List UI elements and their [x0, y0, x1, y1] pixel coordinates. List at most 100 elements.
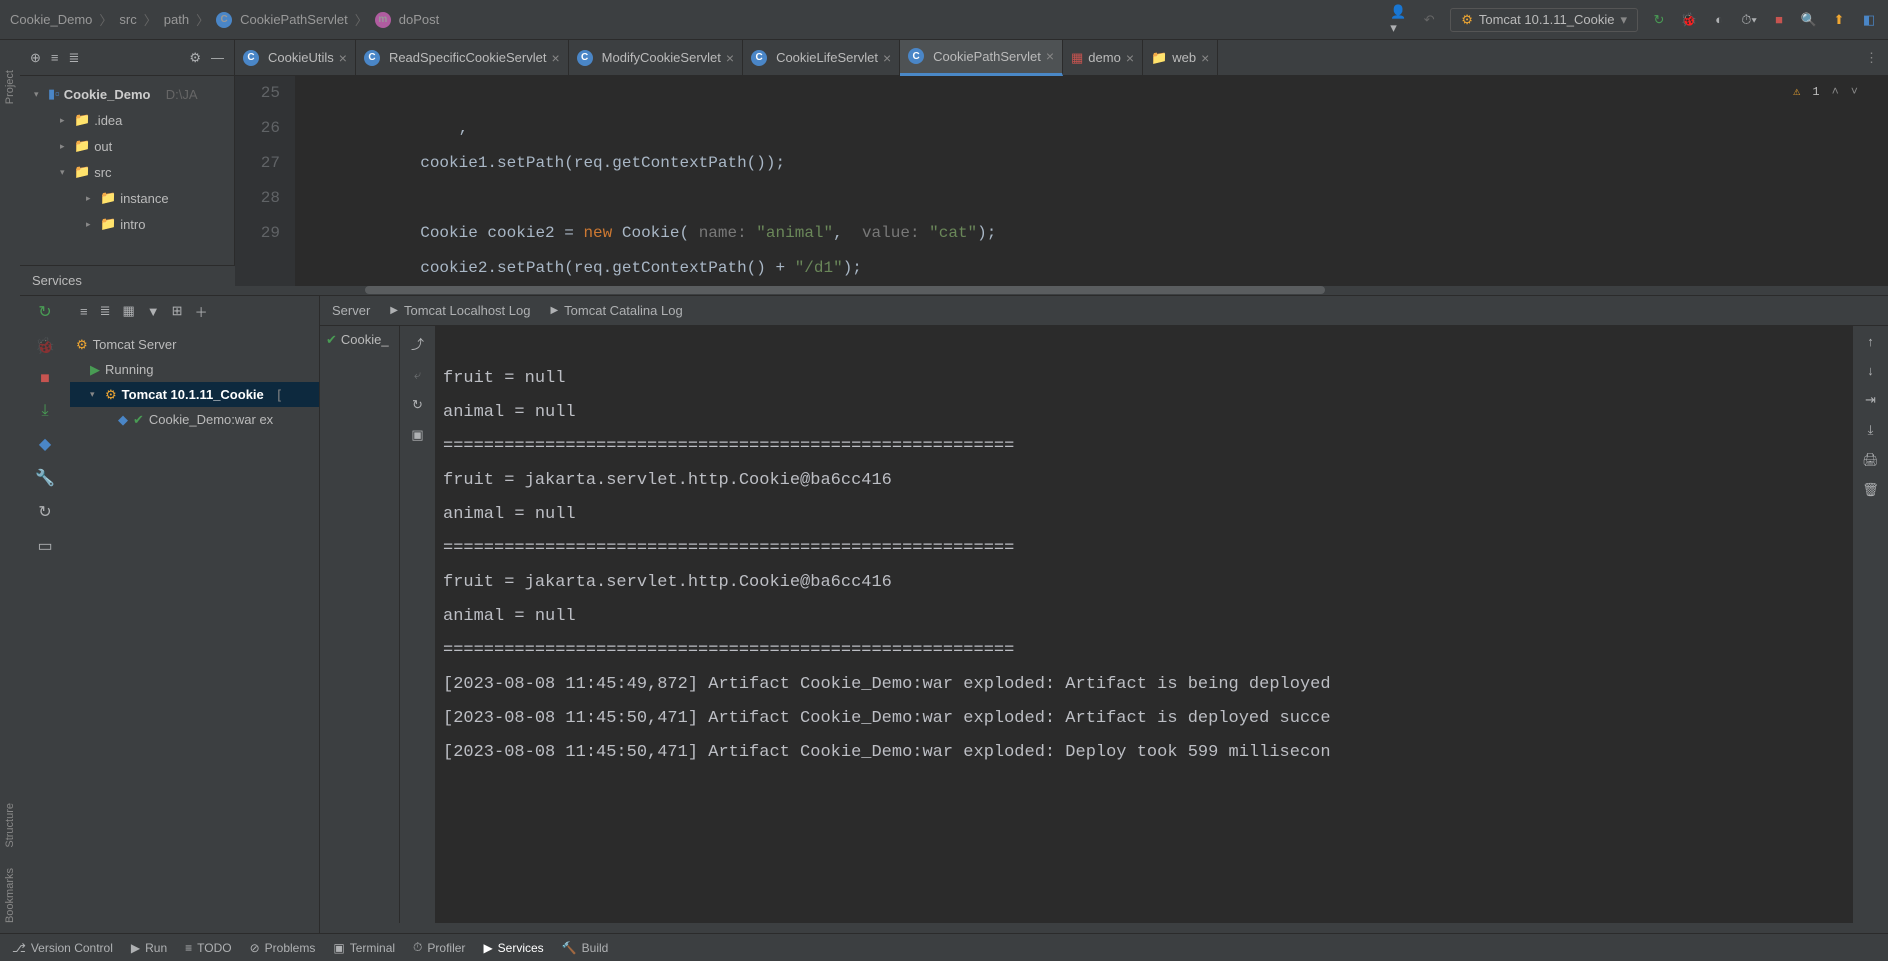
collapse-all-icon[interactable]: ≣	[69, 50, 80, 66]
clear-icon[interactable]: 🗑	[1862, 482, 1879, 498]
run-configuration-selector[interactable]: ⚙ Tomcat 10.1.11_Cookie ▾	[1450, 8, 1638, 32]
tree-artifact[interactable]: ◆✔Cookie_Demo:war ex	[70, 407, 319, 432]
tab-web[interactable]: 📁web×	[1143, 40, 1218, 76]
close-icon[interactable]: ×	[883, 50, 891, 66]
deploy-icon[interactable]: ⤓	[41, 402, 48, 420]
branch-icon: ⎇	[12, 941, 26, 955]
tab-modify-cookie[interactable]: CModifyCookieServlet×	[569, 40, 743, 76]
tab-list-icon[interactable]: ⋮	[1865, 50, 1878, 66]
coverage-icon[interactable]: ◐	[1710, 11, 1728, 29]
layout-icon[interactable]: ▭	[37, 536, 52, 556]
tree-project-root[interactable]: ▾▮▫ Cookie_Demo D:\JA	[20, 81, 234, 107]
close-icon[interactable]: ×	[726, 50, 734, 66]
editor-code[interactable]: , cookie1.setPath(req.getContextPath());…	[295, 76, 1888, 286]
tab-read-specific[interactable]: CReadSpecificCookieServlet×	[356, 40, 569, 76]
tab-cookie-path[interactable]: CCookiePathServlet×	[900, 40, 1063, 76]
tree-folder-src[interactable]: ▾📁 src	[20, 159, 234, 185]
tree-tomcat-server[interactable]: ⚙Tomcat Server	[70, 332, 319, 357]
close-icon[interactable]: ×	[339, 50, 347, 66]
services-output: Server ▶Tomcat Localhost Log ▶Tomcat Cat…	[320, 296, 1888, 933]
close-icon[interactable]: ×	[551, 50, 559, 66]
select-opened-icon[interactable]: ⊕	[30, 50, 41, 66]
settings-icon[interactable]: 🔧	[35, 468, 55, 488]
search-icon[interactable]: 🔍	[1800, 11, 1818, 29]
services-tree[interactable]: ⚙Tomcat Server ▶Running ▾⚙Tomcat 10.1.11…	[70, 326, 319, 438]
up-icon[interactable]: ↑	[1867, 334, 1874, 349]
back-icon[interactable]: ↶	[1420, 11, 1438, 29]
breadcrumb-item[interactable]: CookiePathServlet	[240, 12, 348, 27]
tree-running[interactable]: ▶Running	[70, 357, 319, 382]
stop-icon[interactable]: ■	[40, 370, 50, 388]
collapse-icon[interactable]: ≣	[100, 303, 111, 319]
tab-cookie-utils[interactable]: CCookieUtils×	[235, 40, 356, 76]
close-icon[interactable]: ×	[1201, 50, 1209, 66]
minimize-icon[interactable]: —	[211, 50, 224, 65]
down-stack-icon[interactable]: ⤶	[414, 367, 421, 383]
tab-problems[interactable]: ⊘Problems	[250, 941, 316, 955]
navigation-bar: Cookie_Demo〉 src〉 path〉 C CookiePathServ…	[0, 0, 1888, 40]
refresh-icon[interactable]: ↻	[412, 397, 423, 413]
breadcrumb-item[interactable]: src	[119, 12, 136, 27]
tab-catalina-log[interactable]: ▶Tomcat Catalina Log	[550, 303, 682, 318]
close-icon[interactable]: ×	[1126, 50, 1134, 66]
console-left-toolbar: ⤴ ⤶ ↻ ▣	[400, 326, 435, 923]
add-icon[interactable]: ＋	[195, 302, 208, 321]
close-icon[interactable]: ×	[1046, 48, 1054, 64]
editor-tabs: CCookieUtils× CReadSpecificCookieServlet…	[235, 40, 1888, 76]
artifacts-icon[interactable]: ◆	[39, 434, 51, 454]
breadcrumb-item[interactable]: doPost	[399, 12, 439, 27]
update-icon[interactable]: ⬆	[1830, 11, 1848, 29]
filter-icon[interactable]: ▼	[147, 304, 160, 319]
code-editor[interactable]: 2526272829 , cookie1.setPath(req.getCont…	[235, 76, 1888, 286]
tree-folder-idea[interactable]: ▸📁 .idea	[20, 107, 234, 133]
expand-icon[interactable]: ≡	[80, 304, 88, 319]
debug-icon[interactable]: 🐞	[1680, 11, 1698, 29]
settings-icon[interactable]: ⚙	[189, 50, 201, 66]
down-icon[interactable]: ↓	[1867, 363, 1874, 378]
tab-demo[interactable]: ▦demo×	[1063, 40, 1143, 76]
scroll-end-icon[interactable]: ▣	[411, 427, 423, 443]
tab-server[interactable]: Server	[332, 303, 370, 318]
bookmarks-tool-button[interactable]: Bookmarks	[4, 868, 16, 923]
run-icon[interactable]: 🐞	[35, 336, 55, 356]
user-icon[interactable]: 👤▾	[1390, 11, 1408, 29]
inspection-widget[interactable]: ⚠1 ˄ ˅	[1793, 84, 1858, 99]
soft-wrap-icon[interactable]: ⇥	[1865, 392, 1876, 408]
ide-icon[interactable]: ◧	[1860, 11, 1878, 29]
tree-folder-instance[interactable]: ▸📁 instance	[20, 185, 234, 211]
bottom-tool-bar: ⎇Version Control ▶Run ≡TODO ⊘Problems ▣T…	[0, 933, 1888, 961]
up-stack-icon[interactable]: ⤴	[411, 334, 424, 353]
profile-icon[interactable]: ⏱▾	[1740, 11, 1758, 29]
tab-terminal[interactable]: ▣Terminal	[333, 941, 395, 955]
scroll-icon[interactable]: ⤓	[1868, 422, 1874, 438]
breadcrumb-item[interactable]: Cookie_Demo	[10, 12, 92, 27]
tab-services[interactable]: ▶Services	[483, 941, 543, 955]
tab-run[interactable]: ▶Run	[131, 941, 167, 955]
tree-folder-intro[interactable]: ▸📁 intro	[20, 211, 234, 237]
group-icon[interactable]: ▦	[123, 303, 135, 319]
structure-tool-button[interactable]: Structure	[4, 803, 16, 848]
stop-icon[interactable]: ■	[1770, 11, 1788, 29]
tab-todo[interactable]: ≡TODO	[185, 941, 231, 955]
tab-build[interactable]: 🔨Build	[562, 941, 609, 955]
tree-run-config[interactable]: ▾⚙Tomcat 10.1.11_Cookie [	[70, 382, 319, 407]
rerun-icon[interactable]: ↻	[38, 302, 51, 322]
next-highlight-icon[interactable]: ˅	[1851, 85, 1858, 99]
tree-folder-out[interactable]: ▸📁 out	[20, 133, 234, 159]
view-icon[interactable]: ⊞	[172, 303, 183, 319]
expand-all-icon[interactable]: ≡	[51, 50, 59, 65]
project-tool-button[interactable]: Project	[4, 70, 16, 104]
tab-cookie-life[interactable]: CCookieLifeServlet×	[743, 40, 900, 76]
tab-localhost-log[interactable]: ▶Tomcat Localhost Log	[390, 303, 530, 318]
project-tree[interactable]: ▾▮▫ Cookie_Demo D:\JA ▸📁 .idea ▸📁 out ▾📁…	[20, 76, 234, 242]
console-output[interactable]: fruit = nullanimal = null===============…	[435, 326, 1853, 923]
console-scrollbar[interactable]	[320, 923, 1888, 933]
run-icon[interactable]: ↻	[1650, 11, 1668, 29]
print-icon[interactable]: 🖨	[1862, 452, 1879, 468]
breadcrumb-item[interactable]: path	[164, 12, 189, 27]
services-left-toolbar: ↻ 🐞 ■ ⤓ ◆ 🔧 ↻ ▭	[20, 296, 70, 933]
prev-highlight-icon[interactable]: ˄	[1832, 85, 1839, 99]
refresh-icon[interactable]: ↻	[38, 502, 51, 522]
tab-version-control[interactable]: ⎇Version Control	[12, 941, 113, 955]
tab-profiler[interactable]: ⏱Profiler	[413, 940, 465, 955]
